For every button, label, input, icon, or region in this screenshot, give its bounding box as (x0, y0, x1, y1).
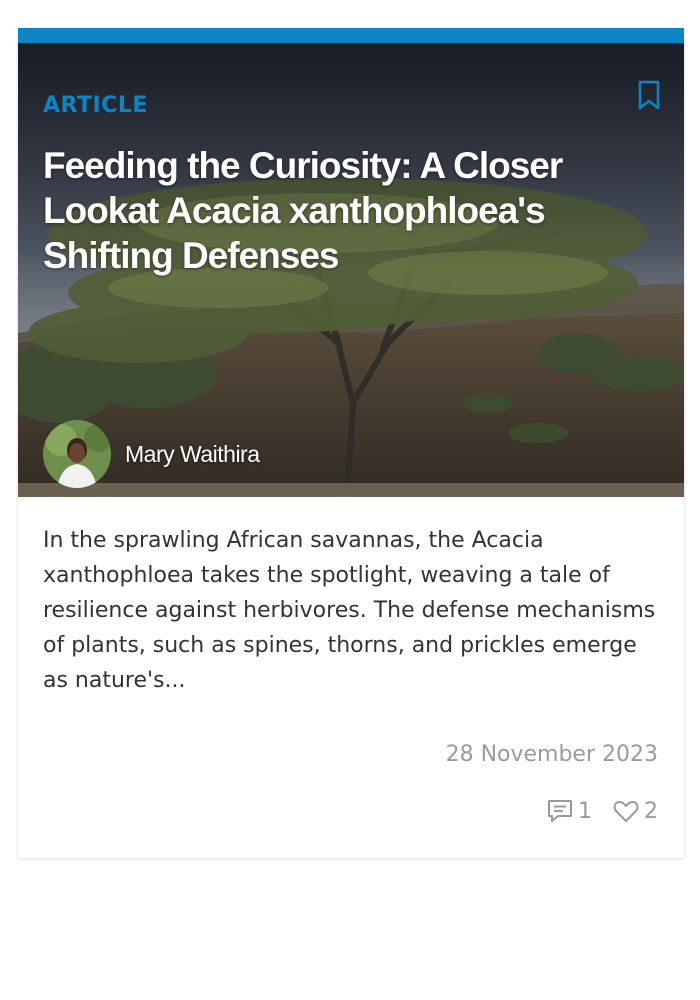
likes-count: 2 (644, 798, 658, 824)
author-byline[interactable]: Mary Waithira (43, 420, 260, 488)
article-card[interactable]: ARTICLE Feeding the Curiosity: A Closer … (18, 28, 684, 858)
likes-stat[interactable]: 2 (612, 798, 658, 824)
engagement-stats: 1 2 (546, 798, 658, 824)
publish-date: 28 November 2023 (445, 742, 658, 767)
comments-count: 1 (578, 798, 592, 824)
card-accent-bar (18, 28, 684, 43)
comment-icon (548, 800, 572, 822)
hero-image[interactable]: ARTICLE Feeding the Curiosity: A Closer … (18, 43, 684, 497)
article-excerpt: In the sprawling African savannas, the A… (43, 528, 656, 693)
heart-icon (613, 801, 639, 822)
author-name[interactable]: Mary Waithira (125, 441, 260, 468)
article-title[interactable]: Feeding the Curiosity: A Closer Lookat A… (43, 143, 653, 278)
comments-stat[interactable]: 1 (546, 798, 592, 824)
avatar[interactable] (43, 420, 111, 488)
category-label: ARTICLE (43, 93, 148, 118)
bookmark-icon[interactable] (636, 80, 662, 110)
